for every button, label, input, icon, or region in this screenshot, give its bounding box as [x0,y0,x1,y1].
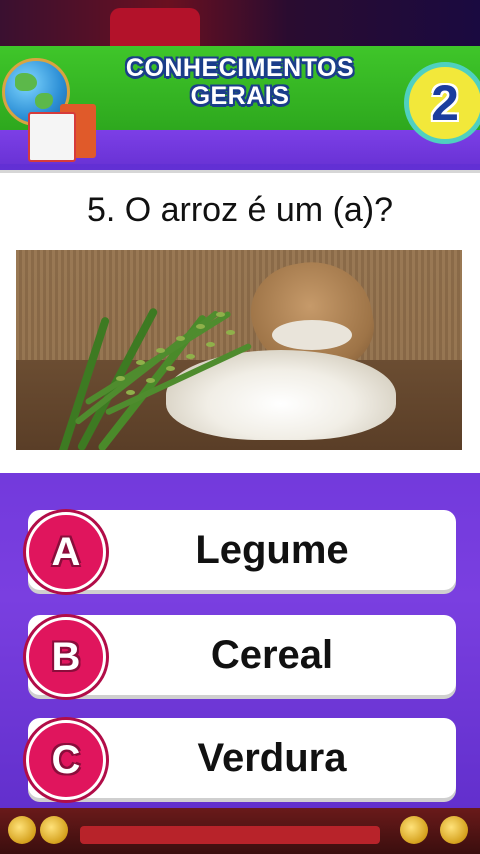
answer-label: Verdura [197,735,347,780]
title-line-2: GERAIS [190,82,290,110]
answer-label: Legume [195,527,349,572]
question-text: 5. O arroz é um (a)? [86,191,394,229]
decoration-shape [110,8,200,46]
top-decoration [0,0,480,46]
answer-label: Cereal [210,632,334,677]
answer-option-b[interactable]: B Cereal [26,615,456,697]
rice-image [16,250,462,450]
level-number: 2 [431,75,459,131]
answer-option-a[interactable]: A Legume [26,510,456,592]
clock-icon: 2 [404,62,480,144]
open-book-icon [28,112,76,162]
bottom-decoration [0,808,480,854]
answer-option-c[interactable]: C Verdura [26,718,456,800]
title-line-1: CONHECIMENTOS [125,54,355,82]
page-title: CONHECIMENTOS GERAIS [100,54,380,110]
